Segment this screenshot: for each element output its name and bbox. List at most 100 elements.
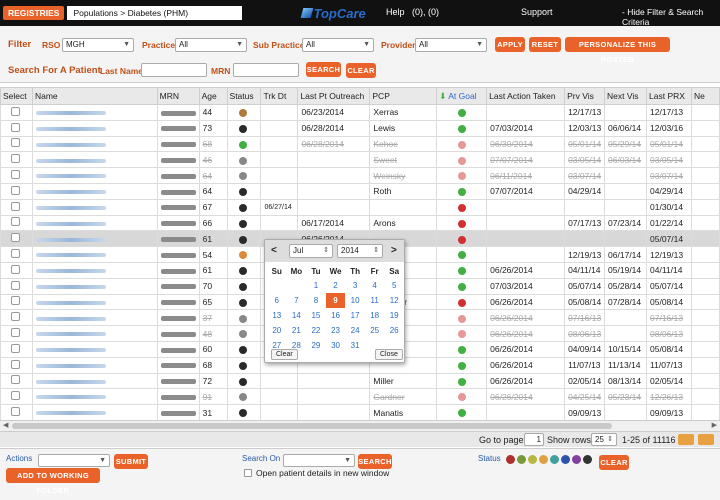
row-checkbox[interactable]	[11, 106, 20, 116]
row-checkbox[interactable]	[11, 280, 20, 290]
table-row[interactable]: 66 06/17/2014 Arons 07/17/13 07/23/14 01/22/1…	[0, 214, 720, 232]
row-checkbox[interactable]	[11, 343, 20, 353]
column-header-last-prx[interactable]: Last PRX	[646, 87, 692, 105]
patient-name-redacted[interactable]	[35, 316, 106, 321]
table-row[interactable]: 68 06/28/2014 Kehoe 06/30/2014 05/01/14 05/29…	[0, 135, 720, 153]
status-swatch-icon[interactable]	[539, 455, 548, 464]
name-cell[interactable]	[31, 325, 158, 342]
calendar-day[interactable]: 26	[384, 323, 404, 338]
status-swatch-icon[interactable]	[506, 455, 515, 464]
page-input[interactable]: 1	[524, 433, 544, 446]
calendar-day[interactable]: 30	[326, 338, 346, 353]
calendar-day[interactable]: 25	[365, 323, 385, 338]
column-header-last-action-taken[interactable]: Last Action Taken	[486, 87, 566, 105]
calendar-day[interactable]: 8	[306, 293, 326, 308]
column-header-mrn[interactable]: MRN	[156, 87, 200, 105]
patient-name-redacted[interactable]	[35, 284, 106, 289]
column-header-select[interactable]: Select	[0, 87, 33, 105]
patient-name-redacted[interactable]	[35, 174, 106, 179]
calendar-close-button[interactable]: Close	[375, 349, 403, 360]
rso-select[interactable]: MGH ▼	[62, 38, 134, 52]
calendar-day[interactable]: 22	[306, 323, 326, 338]
name-cell[interactable]	[31, 404, 158, 421]
name-cell[interactable]	[31, 151, 158, 169]
table-row[interactable]: 72 Miller 06/26/2014 02/05/14 08/13/14 02/05/…	[0, 372, 720, 390]
personalize-roster-button[interactable]: PERSONALIZE THIS ROSTER	[565, 37, 670, 64]
patient-name-redacted[interactable]	[35, 111, 106, 116]
next-page-button[interactable]	[698, 434, 714, 445]
name-cell[interactable]	[31, 277, 158, 295]
add-to-working-folder-button[interactable]: ADD TO WORKING FOLDER	[6, 468, 100, 495]
calendar-day[interactable]: 17	[345, 308, 365, 323]
name-cell[interactable]	[31, 388, 158, 406]
patient-name-redacted[interactable]	[35, 158, 106, 163]
row-checkbox[interactable]	[11, 201, 20, 211]
calendar-day[interactable]: 29	[306, 338, 326, 353]
calendar-day[interactable]: 7	[287, 293, 307, 308]
calendar-day[interactable]: 19	[384, 308, 404, 323]
patient-name-redacted[interactable]	[35, 221, 106, 226]
row-checkbox[interactable]	[11, 375, 20, 385]
patient-name-redacted[interactable]	[35, 300, 106, 305]
calendar-day[interactable]: 13	[267, 308, 287, 323]
status-swatch-icon[interactable]	[572, 455, 581, 464]
name-cell[interactable]	[31, 214, 158, 232]
provider-select[interactable]: All ▼	[415, 38, 487, 52]
column-header-next-vis[interactable]: Next Vis	[604, 87, 648, 105]
name-cell[interactable]	[31, 261, 158, 279]
name-cell[interactable]	[31, 167, 158, 184]
column-header-age[interactable]: Age	[198, 87, 228, 105]
name-cell[interactable]	[31, 119, 158, 137]
patient-name-redacted[interactable]	[35, 126, 106, 131]
name-cell[interactable]	[31, 246, 158, 263]
practice-select[interactable]: All ▼	[175, 38, 247, 52]
bottom-search-button[interactable]: SEARCH	[358, 454, 392, 469]
patient-name-redacted[interactable]	[35, 363, 106, 368]
status-clear-button[interactable]: CLEAR	[599, 455, 629, 470]
name-cell[interactable]	[31, 230, 158, 248]
patient-name-redacted[interactable]	[35, 205, 106, 210]
prev-page-button[interactable]	[678, 434, 694, 445]
status-swatch-icon[interactable]	[550, 455, 559, 464]
calendar-day[interactable]: 10	[345, 293, 365, 308]
support-link[interactable]: Support	[521, 7, 553, 17]
column-header-prv-vis[interactable]: Prv Vis	[564, 87, 606, 105]
row-checkbox[interactable]	[11, 359, 20, 369]
table-row[interactable]: 73 06/28/2014 Lewis 07/03/2014 12/03/13 06/06…	[0, 119, 720, 137]
calendar-day[interactable]: 24	[345, 323, 365, 338]
calendar-day[interactable]: 14	[287, 308, 307, 323]
calendar-clear-button[interactable]: Clear	[271, 349, 298, 360]
open-details-checkbox[interactable]	[244, 469, 252, 477]
patient-name-redacted[interactable]	[35, 237, 106, 242]
calendar-day[interactable]: 18	[365, 308, 385, 323]
status-swatch-icon[interactable]	[583, 455, 592, 464]
search-button[interactable]: SEARCH	[306, 62, 341, 77]
calendar-day[interactable]: 16	[326, 308, 346, 323]
table-row[interactable]: 67 06/27/14 01/30/14	[0, 198, 720, 216]
name-cell[interactable]	[31, 372, 158, 390]
prev-month-button[interactable]: <	[271, 245, 277, 256]
row-checkbox[interactable]	[11, 264, 20, 274]
calendar-day[interactable]: 9	[325, 293, 346, 308]
name-cell[interactable]	[31, 135, 158, 153]
patient-name-redacted[interactable]	[35, 348, 106, 353]
name-cell[interactable]	[31, 182, 158, 200]
reset-button[interactable]: RESET	[529, 37, 561, 52]
column-header-last-pt-outreach[interactable]: Last Pt Outreach	[297, 87, 371, 105]
row-checkbox[interactable]	[11, 328, 20, 338]
calendar-day[interactable]: 15	[306, 308, 326, 323]
calendar-day[interactable]: 2	[326, 278, 346, 293]
calendar-day[interactable]: 20	[267, 323, 287, 338]
status-swatch-icon[interactable]	[517, 455, 526, 464]
month-select[interactable]: Jul ⇕	[289, 244, 333, 258]
row-checkbox[interactable]	[11, 138, 20, 148]
hide-filter-link[interactable]: - Hide Filter & Search Criteria	[622, 7, 720, 27]
help-link[interactable]: Help (0), (0)	[386, 7, 439, 17]
scroll-left-icon[interactable]: ◀	[3, 421, 8, 429]
table-row[interactable]: 64 Weinsky 06/11/2014 03/07/14 03/07/14	[0, 167, 720, 184]
name-cell[interactable]	[31, 198, 158, 216]
scroll-thumb[interactable]	[12, 423, 612, 429]
submit-button[interactable]: SUBMIT	[114, 454, 148, 469]
patient-name-redacted[interactable]	[35, 332, 106, 337]
table-row[interactable]: 44 06/23/2014 Xerras 12/17/13 12/17/13	[0, 104, 720, 121]
